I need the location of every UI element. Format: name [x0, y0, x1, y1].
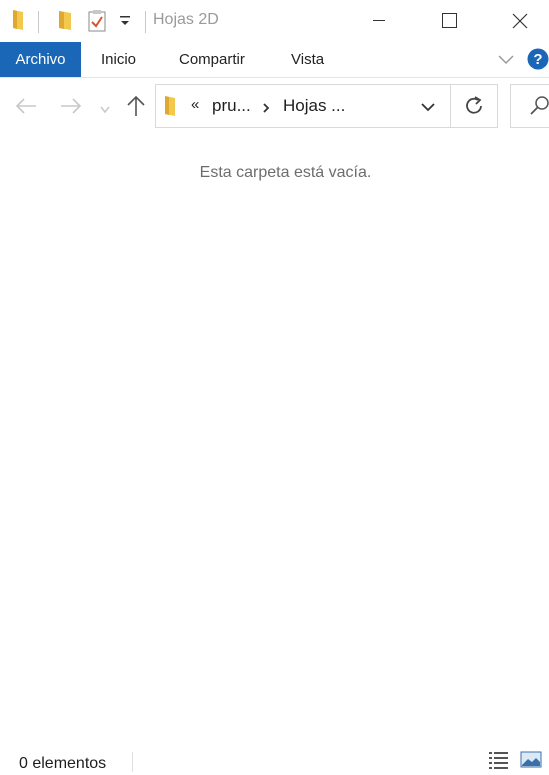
title-bar: Hojas 2D [0, 0, 549, 42]
help-icon[interactable]: ? [527, 48, 549, 75]
folder-icon [163, 95, 177, 122]
dropdown-icon[interactable] [119, 14, 131, 33]
folder-icon [11, 9, 25, 36]
forward-icon[interactable] [59, 96, 83, 121]
refresh-button[interactable] [451, 84, 498, 128]
new-folder-icon[interactable] [57, 9, 73, 36]
ribbon-tabs: Archivo Inicio Compartir Vista ? [0, 42, 549, 78]
close-icon [512, 13, 528, 29]
breadcrumb-item[interactable]: Hojas ... [283, 96, 345, 116]
minimize-button[interactable] [357, 0, 403, 42]
search-box[interactable] [510, 84, 549, 128]
properties-icon[interactable] [88, 9, 106, 38]
large-icons-view-icon[interactable] [520, 750, 542, 775]
svg-text:?: ? [533, 51, 542, 68]
maximize-icon [442, 13, 457, 28]
search-icon [530, 96, 549, 115]
close-button[interactable] [497, 0, 543, 42]
chevron-down-icon[interactable] [419, 100, 437, 119]
tab-archivo[interactable]: Archivo [0, 42, 81, 77]
refresh-icon [466, 96, 482, 114]
minimize-icon [373, 20, 385, 21]
window-title: Hojas 2D [153, 11, 219, 28]
up-icon[interactable] [125, 94, 147, 123]
tab-compartir[interactable]: Compartir [179, 42, 245, 77]
expand-ribbon-icon[interactable] [497, 52, 515, 71]
breadcrumb-overflow[interactable]: « [191, 96, 199, 113]
recent-icon[interactable] [99, 102, 111, 120]
toolbar-separator [145, 11, 146, 33]
breadcrumb-separator-icon[interactable] [261, 101, 271, 119]
tab-vista[interactable]: Vista [291, 42, 324, 77]
status-separator [132, 752, 133, 772]
empty-folder-message: Esta carpeta está vacía. [199, 164, 372, 181]
toolbar-separator [38, 11, 39, 33]
back-icon[interactable] [14, 96, 38, 121]
maximize-button[interactable] [426, 0, 472, 42]
item-count: 0 elementos [19, 755, 107, 772]
breadcrumb-item[interactable]: pru... [212, 96, 251, 116]
tab-inicio[interactable]: Inicio [101, 42, 136, 77]
details-view-icon[interactable] [488, 750, 510, 775]
